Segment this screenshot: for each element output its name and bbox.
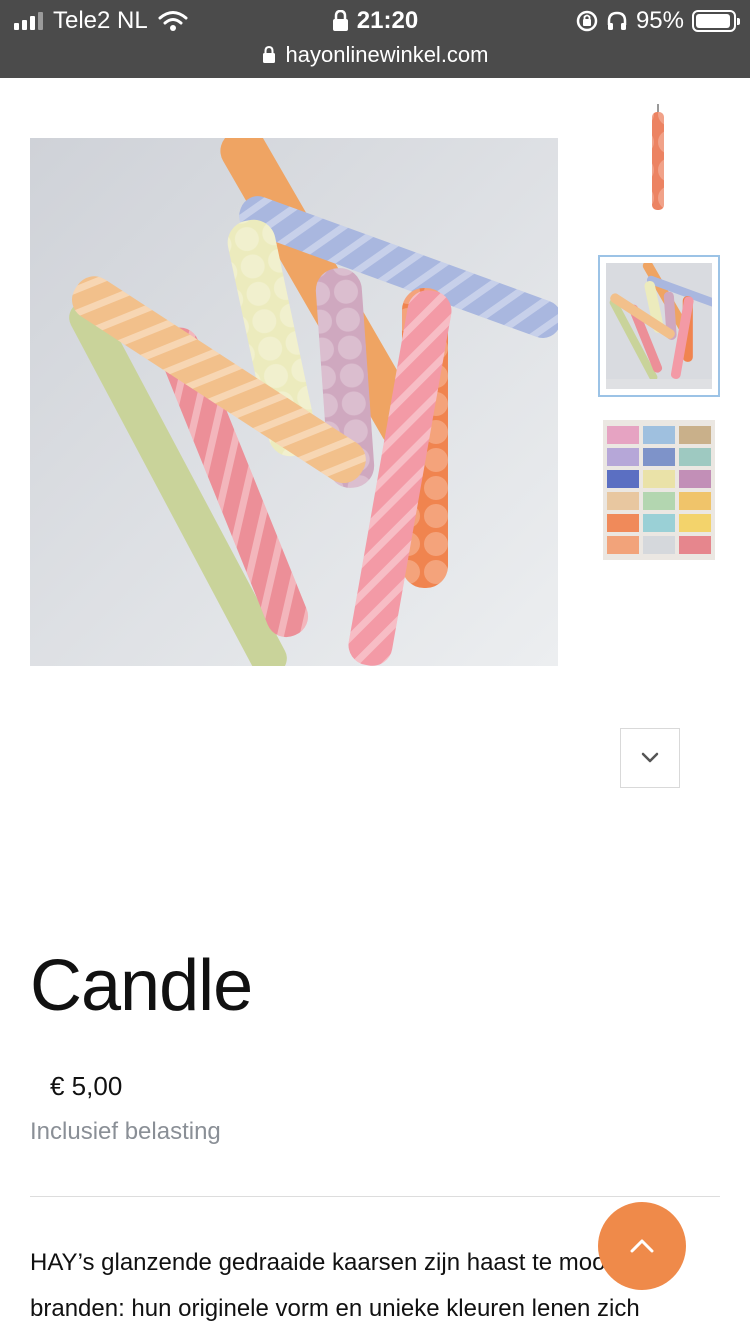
- tax-note: Inclusief belasting: [30, 1118, 221, 1145]
- back-to-top-button[interactable]: [598, 1202, 686, 1290]
- url-text[interactable]: hayonlinewinkel.com: [286, 42, 489, 68]
- product-price: € 5,00: [50, 1071, 123, 1101]
- divider: [30, 1196, 720, 1197]
- product-main-image[interactable]: [30, 138, 558, 666]
- thumbnail-image: [600, 100, 716, 224]
- orientation-lock-icon: [332, 10, 348, 31]
- battery-percent: 95%: [635, 7, 684, 34]
- thumbnail-image: [606, 263, 712, 382]
- gallery-scroll-down-button[interactable]: [620, 728, 680, 788]
- product-title: Candle: [30, 946, 253, 1026]
- status-time: 21:20: [356, 7, 419, 34]
- rotation-lock-icon: [576, 10, 598, 32]
- thumbnail-image: [603, 420, 715, 560]
- thumbnail-single-candle[interactable]: [600, 100, 716, 224]
- chevron-down-icon: [641, 752, 659, 763]
- thumbnail-twisted-candles-selected[interactable]: [598, 255, 720, 397]
- status-bar: Tele2 NL 21:20 95% hayonlinewinkel.com: [0, 0, 750, 78]
- candles-photo: [30, 138, 558, 666]
- status-right: 95%: [576, 6, 740, 36]
- headphones-icon: [607, 11, 627, 30]
- thumbnail-candle-boxes[interactable]: [603, 420, 715, 560]
- lock-icon: [262, 46, 275, 63]
- url-bar[interactable]: hayonlinewinkel.com: [0, 40, 750, 70]
- chevron-up-icon: [630, 1239, 654, 1253]
- battery-icon: [692, 10, 740, 32]
